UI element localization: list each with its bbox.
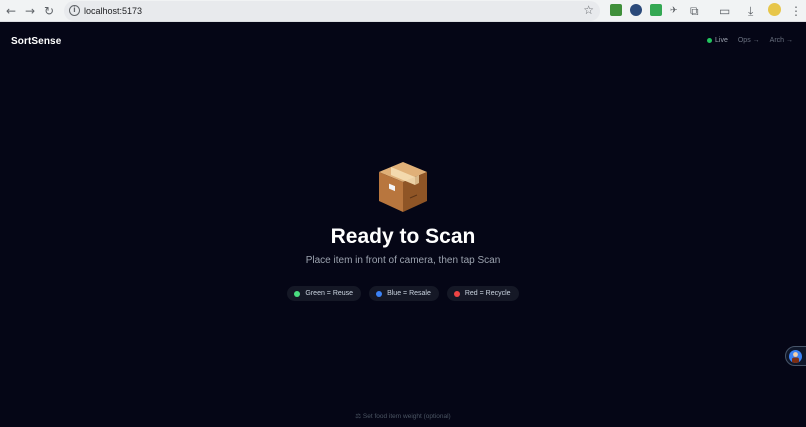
scale-icon: ⚖	[355, 413, 362, 420]
live-status: Live	[707, 37, 728, 44]
scan-panel: Ready to Scan Place item in front of cam…	[0, 158, 806, 301]
weight-link-label[interactable]: Set food item weight (optional)	[363, 413, 451, 420]
page-subtitle: Place item in front of camera, then tap …	[305, 255, 501, 266]
assistant-avatar-button[interactable]	[785, 346, 806, 366]
red-dot-icon	[453, 290, 460, 297]
reload-icon[interactable]: ↻	[40, 2, 58, 20]
green-dot-icon	[294, 290, 301, 297]
browser-toolbar: ← → ↻ i localhost:5173 ☆ ✈ ⧉ ▭ ⤓ ⋮	[0, 0, 806, 22]
download-icon[interactable]: ⤓	[748, 2, 753, 20]
live-dot-icon	[707, 38, 713, 43]
back-arrow-icon[interactable]: ←	[2, 2, 20, 20]
brand-logo[interactable]: SortSense	[11, 36, 61, 47]
avatar	[789, 349, 802, 363]
legend-label: Blue = Resale	[387, 290, 431, 297]
translate-icon[interactable]: ✈	[670, 2, 678, 20]
live-label: Live	[715, 37, 728, 44]
arch-link[interactable]: Arch →	[770, 37, 793, 44]
weight-link[interactable]: ⚖ Set food item weight (optional)	[0, 412, 806, 420]
address-bar[interactable]: i localhost:5173 ☆	[64, 1, 600, 21]
extension-icon[interactable]	[650, 4, 662, 16]
ops-link[interactable]: Ops →	[738, 37, 760, 44]
site-info-icon[interactable]: i	[69, 5, 80, 16]
address-url[interactable]: localhost:5173	[84, 4, 142, 18]
legend-item-resale: Blue = Resale	[369, 286, 439, 301]
extension-icon[interactable]	[630, 4, 642, 16]
legend-label: Green = Reuse	[305, 290, 354, 297]
legend-label: Red = Recycle	[464, 290, 511, 297]
blue-dot-icon	[376, 290, 383, 297]
color-legend: Green = Reuse Blue = Resale Red = Recycl…	[287, 286, 519, 301]
cast-icon[interactable]: ▭	[719, 2, 730, 20]
extensions-puzzle-icon[interactable]: ⧉	[690, 2, 699, 20]
page-title: Ready to Scan	[330, 225, 476, 248]
top-nav: Live Ops → Arch →	[707, 37, 793, 44]
legend-item-recycle: Red = Recycle	[446, 286, 519, 301]
bookmark-star-icon[interactable]: ☆	[583, 3, 594, 17]
legend-item-reuse: Green = Reuse	[287, 286, 362, 301]
forward-arrow-icon[interactable]: →	[21, 2, 39, 20]
profile-avatar[interactable]	[768, 3, 781, 16]
package-box-icon	[379, 162, 427, 212]
menu-dots-icon[interactable]: ⋮	[790, 2, 802, 20]
extension-icon[interactable]	[610, 4, 622, 16]
